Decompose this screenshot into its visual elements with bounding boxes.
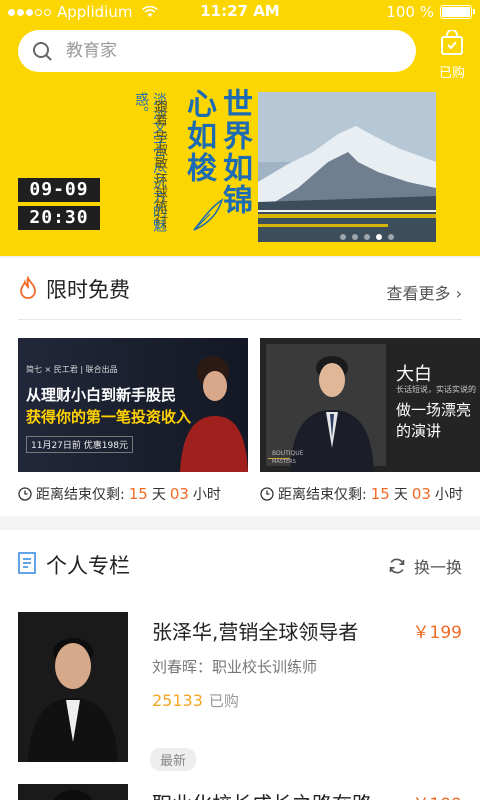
see-more-link[interactable]: 查看更多 ›: [386, 280, 462, 304]
clock-icon: [260, 487, 274, 501]
buyer-number: 25133: [152, 691, 203, 710]
header-hero: Applidium 11:27 AM 100 % 已购 09-09: [0, 0, 480, 256]
column-section-title: 个人专栏: [46, 554, 130, 578]
column-price: ￥199: [412, 623, 462, 643]
column-title: 张泽华,营销全球领导者: [152, 620, 359, 644]
see-more-label: 查看更多: [386, 284, 451, 303]
countdown-hours: 03: [169, 485, 189, 503]
search-icon: [33, 42, 52, 61]
countdown-date: 09-09: [18, 178, 100, 202]
days-unit: 天: [151, 487, 166, 503]
buyer-count: 25133 已购: [152, 690, 239, 711]
buyer-unit: 已购: [208, 692, 239, 710]
battery-percent: 100 %: [386, 3, 434, 21]
course-cover: 大白 长话短说，实话实说的 做一场漂亮的演讲 BOUTIQUE MASTERS: [260, 338, 480, 472]
course-cover: 简七 × 民工君 | 联合出品 从理财小白到新手股民 获得你的第一笔投资收入 1…: [18, 338, 248, 472]
battery-info: 100 %: [386, 3, 475, 21]
refresh-button[interactable]: 换一换: [388, 554, 462, 578]
page-dot[interactable]: [364, 234, 370, 240]
shopping-bag-icon: [441, 29, 463, 55]
banner-title-a: 心如梭: [181, 88, 216, 184]
free-course-card[interactable]: 简七 × 民工君 | 联合出品 从理财小白到新手股民 获得你的第一笔投资收入 1…: [18, 338, 248, 504]
purchased-label: 已购: [438, 66, 465, 81]
free-section-title: 限时免费: [46, 278, 130, 302]
hours-unit: 小时: [192, 487, 221, 503]
promo-line2: 获得你的第一笔投资收入: [26, 408, 192, 426]
author-photo: [18, 784, 128, 800]
new-badge: 最新: [150, 748, 197, 771]
days-unit: 天: [393, 487, 408, 503]
free-course-card[interactable]: 大白 长话短说，实话实说的 做一场漂亮的演讲 BOUTIQUE MASTERS …: [260, 338, 480, 504]
speaker-name: 大白: [396, 364, 432, 385]
countdown-days: 15: [128, 485, 148, 503]
clock-icon: [18, 487, 32, 501]
page-dot[interactable]: [352, 234, 358, 240]
gold-line: [268, 458, 290, 459]
page-dot[interactable]: [388, 234, 394, 240]
mountain-photo: [258, 92, 436, 242]
promo-date: 11月27日前 优惠198元: [26, 436, 133, 453]
countdown-days: 15: [370, 485, 390, 503]
bookmark-list-icon: [18, 552, 36, 574]
brand-mark-2: MASTERS: [272, 459, 296, 465]
free-section: 限时免费 查看更多 › 简七 × 民工君 | 联合出品 从理财小白到新手股民 获…: [0, 258, 480, 516]
page-dot-active[interactable]: [376, 234, 382, 240]
column-list-item[interactable]: 职业化校长成长之路在路 ￥199: [18, 784, 462, 800]
purchased-button[interactable]: 已购: [432, 29, 472, 81]
banner-caption-2: 跟着 毕淑敏 环球旅行，: [152, 100, 167, 239]
hours-unit: 小时: [434, 487, 463, 503]
flame-icon: [20, 276, 36, 299]
column-price: ￥199: [413, 790, 462, 800]
page-dot[interactable]: [340, 234, 346, 240]
chevron-right-icon: ›: [455, 284, 462, 303]
countdown-time: 20:30: [18, 206, 100, 230]
column-section: 个人专栏 换一换 张泽华,营销全球领导者 ￥199 刘春晖：职业校长训练师 25…: [0, 530, 480, 800]
battery-icon: [440, 5, 475, 19]
column-title: 职业化校长成长之路在路: [152, 788, 372, 800]
refresh-icon: [389, 558, 405, 574]
column-author: 刘春晖：职业校长训练师: [152, 658, 318, 676]
countdown-label: 距离结束仅剩:: [278, 487, 367, 503]
countdown-row: 距离结束仅剩: 15 天 03 小时: [18, 484, 248, 504]
feather-pen-icon: [193, 198, 224, 231]
countdown-label: 距离结束仅剩:: [36, 487, 125, 503]
refresh-label: 换一换: [413, 558, 462, 577]
free-section-header: 限时免费 查看更多 ›: [18, 258, 462, 320]
author-photo: [18, 612, 128, 762]
brand-mark: BOUTIQUE: [272, 450, 304, 457]
banner-pagination[interactable]: [340, 234, 394, 240]
search-bar[interactable]: [18, 30, 416, 72]
promo-top: 简七 × 民工君 | 联合出品: [26, 365, 118, 374]
promo-line1: 从理财小白到新手股民: [26, 386, 177, 404]
column-list-item[interactable]: 张泽华,营销全球领导者 ￥199 刘春晖：职业校长训练师 25133 已购 最新: [18, 612, 462, 771]
course-headline: 做一场漂亮的演讲: [396, 401, 472, 440]
speaker-tagline: 长话短说，实话实说的: [396, 385, 476, 394]
column-section-header: 个人专栏 换一换: [18, 530, 462, 596]
status-bar: Applidium 11:27 AM 100 %: [0, 0, 480, 24]
countdown-row: 距离结束仅剩: 15 天 03 小时: [260, 484, 480, 504]
promo-banner[interactable]: 09-09 20:30 淡淡文字写尽远方的魅惑。 跟着 毕淑敏 环球旅行， 心如…: [0, 86, 480, 246]
countdown-hours: 03: [411, 485, 431, 503]
search-input[interactable]: [66, 41, 366, 61]
